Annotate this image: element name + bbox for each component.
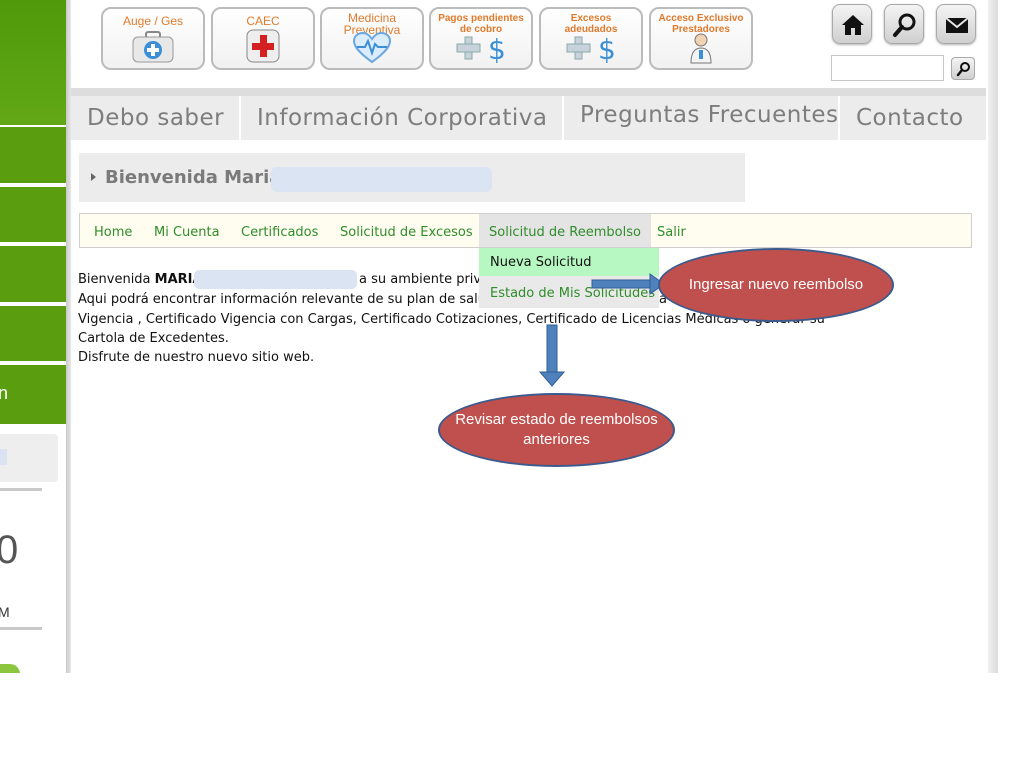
arrow-right-icon [591,273,665,295]
annotation-revisar-estado: Revisar estado de reembolsos anteriores [438,393,675,467]
annotation-arrows [538,273,665,387]
arrow-down-icon [538,324,566,387]
annotation-ingresar-reembolso: Ingresar nuevo reembolso [658,248,894,322]
screenshot-stage: n 0 M Auge / Ges CAEC Medicina Preventiv… [0,0,1024,768]
